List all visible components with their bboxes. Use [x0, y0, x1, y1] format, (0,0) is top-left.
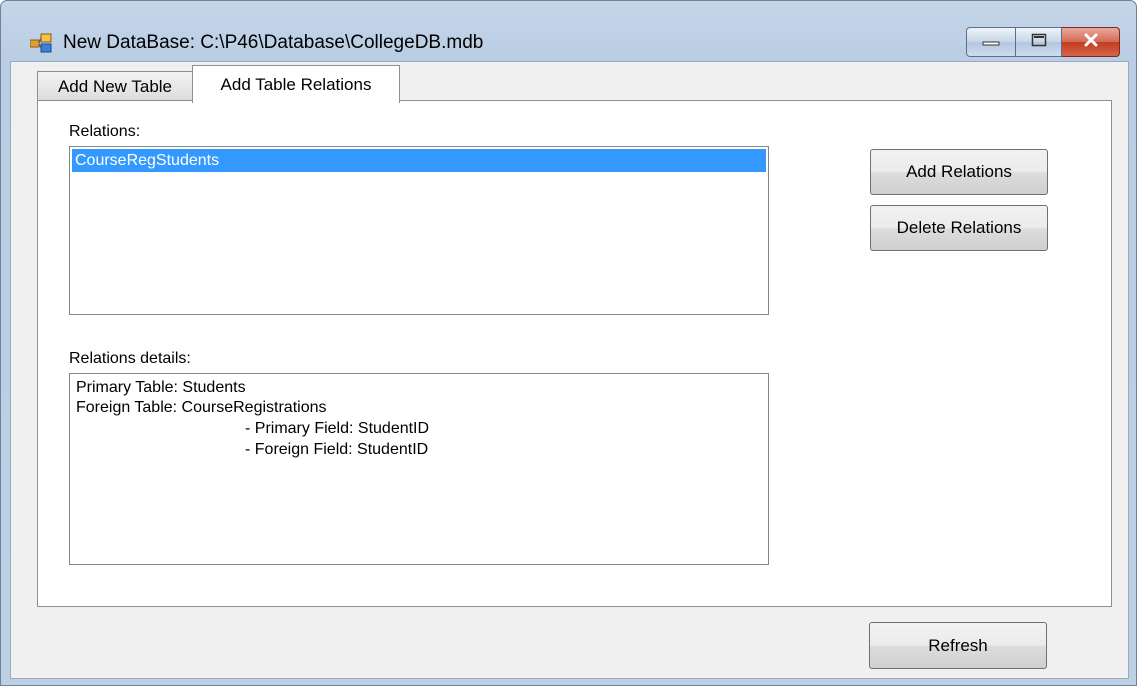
title-bar[interactable]: New DataBase: C:\P46\Database\CollegeDB.… — [1, 1, 1136, 57]
relations-listbox[interactable]: CourseRegStudents — [69, 146, 769, 315]
app-window: New DataBase: C:\P46\Database\CollegeDB.… — [0, 0, 1137, 686]
close-button[interactable] — [1062, 27, 1120, 57]
delete-relations-button[interactable]: Delete Relations — [870, 205, 1048, 251]
relations-label: Relations: — [69, 123, 141, 140]
tab-page-add-table-relations: Relations: CourseRegStudents Relations d… — [37, 100, 1112, 607]
window-title: New DataBase: C:\P46\Database\CollegeDB.… — [63, 32, 484, 53]
tab-add-new-table[interactable]: Add New Table — [37, 71, 193, 101]
detail-primary-field: - Primary Field: StudentID — [245, 420, 430, 437]
maximize-icon — [1031, 33, 1047, 52]
minimize-button[interactable] — [966, 27, 1016, 57]
detail-foreign-table: Foreign Table: CourseRegistrations — [76, 399, 327, 416]
database-app-icon — [29, 33, 52, 53]
tab-add-table-relations[interactable]: Add Table Relations — [192, 65, 400, 103]
close-icon — [1083, 33, 1099, 52]
minimize-icon — [982, 33, 1000, 51]
caption-buttons — [966, 27, 1120, 59]
refresh-button[interactable]: Refresh — [869, 622, 1047, 669]
relations-details-textbox[interactable]: Primary Table: Students Foreign Table: C… — [69, 373, 769, 565]
client-area: Add New Table Add Table Relations Relati… — [10, 61, 1129, 679]
list-item[interactable]: CourseRegStudents — [72, 149, 766, 172]
detail-primary-table: Primary Table: Students — [76, 379, 246, 396]
relations-details-label: Relations details: — [69, 350, 191, 367]
add-relations-button[interactable]: Add Relations — [870, 149, 1048, 195]
detail-foreign-field: - Foreign Field: StudentID — [245, 441, 429, 458]
maximize-button[interactable] — [1016, 27, 1062, 57]
